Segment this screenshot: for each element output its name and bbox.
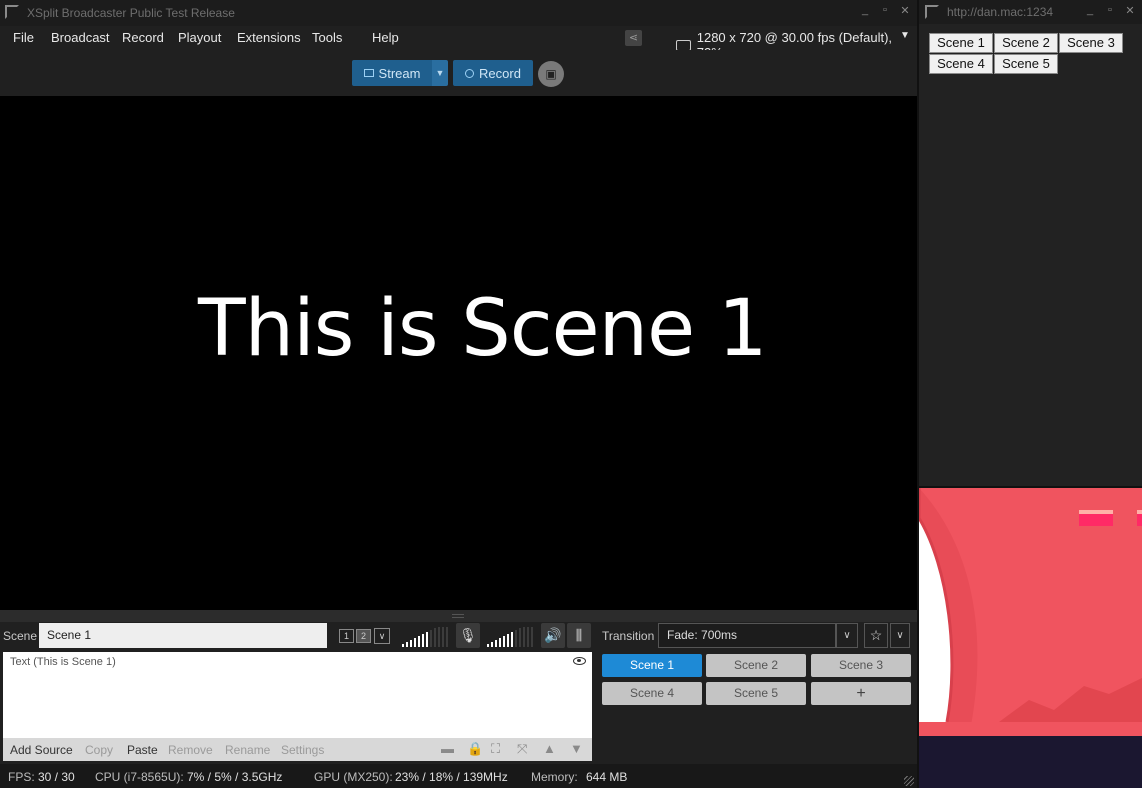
minimize-icon[interactable]: _ xyxy=(1084,4,1096,17)
memory-label: Memory: xyxy=(531,770,578,784)
window-controls: _ ▫ ✕ xyxy=(859,4,911,17)
panel-splitter[interactable] xyxy=(0,610,917,622)
scene-button-1[interactable]: Scene 1 xyxy=(602,654,702,677)
scene-name-field[interactable]: Scene 1 xyxy=(39,623,327,648)
maximize-icon[interactable]: ▫ xyxy=(1104,4,1116,17)
menu-broadcast[interactable]: Broadcast xyxy=(51,30,110,45)
fps-label: FPS: xyxy=(8,770,35,784)
scene-preview: This is Scene 1 xyxy=(0,96,917,610)
web-scene-button-4[interactable]: Scene 4 xyxy=(929,54,993,74)
monitor-icon xyxy=(676,39,691,51)
paste-button[interactable]: Paste xyxy=(127,743,158,757)
record-icon xyxy=(465,68,475,78)
layout-dropdown-icon[interactable]: ∨ xyxy=(374,628,390,644)
toolbar: Stream ▼ Record ▣ xyxy=(0,50,917,96)
browser-url: http://dan.mac:1234 xyxy=(947,5,1054,19)
menu-file[interactable]: File xyxy=(13,30,34,45)
folder-icon[interactable]: ▬ xyxy=(441,741,454,756)
side-panel: http://dan.mac:1234 _ ▫ ✕ Scene 1 Scene … xyxy=(917,0,1142,788)
gpu-label: GPU (MX250): xyxy=(314,770,393,784)
star-icon[interactable]: ☆ xyxy=(864,623,888,648)
add-source-button[interactable]: Add Source xyxy=(10,743,73,757)
share-icon[interactable]: ⋖ xyxy=(625,30,642,46)
minimize-icon[interactable]: _ xyxy=(859,4,871,17)
browser-window-controls: _ ▫ ✕ xyxy=(1084,4,1136,17)
web-scene-button-3[interactable]: Scene 3 xyxy=(1059,33,1123,53)
speaker-level-meter xyxy=(402,627,448,647)
record-button[interactable]: Record xyxy=(453,60,533,86)
record-label: Record xyxy=(479,65,521,81)
xsplit-logo-icon xyxy=(5,5,19,19)
screenshot-camera-icon[interactable]: ▣ xyxy=(538,61,564,87)
stream-label: Stream xyxy=(378,65,421,81)
favorite-dropdown-icon[interactable]: ∨ xyxy=(890,623,910,648)
maximize-icon[interactable]: ▫ xyxy=(879,4,891,17)
layout-2-button[interactable]: 2 xyxy=(356,629,371,643)
speaker-icon[interactable]: 🔊 xyxy=(541,623,565,648)
add-scene-button[interactable]: + xyxy=(811,682,911,705)
transition-row: Transition Fade: 700ms ∨ ☆ ∨ xyxy=(598,622,917,650)
microphone-icon[interactable]: 🎙 xyxy=(456,623,480,648)
source-list: Text (This is Scene 1) xyxy=(3,652,592,738)
stream-icon xyxy=(363,69,374,77)
title-bar: XSplit Broadcaster Public Test Release _… xyxy=(0,0,917,26)
status-bar: FPS: 30 / 30 CPU (i7-8565U): 7% / 5% / 3… xyxy=(0,764,917,788)
browser-window: http://dan.mac:1234 _ ▫ ✕ Scene 1 Scene … xyxy=(919,0,1142,486)
lock-icon[interactable]: 🔒 xyxy=(467,741,483,757)
mic-level-meter xyxy=(487,627,533,647)
fps-value: 30 / 30 xyxy=(38,770,75,784)
close-icon[interactable]: ✕ xyxy=(1124,4,1136,17)
menu-bar: File Broadcast Record Playout Extensions… xyxy=(0,26,917,60)
xsplit-window: XSplit Broadcaster Public Test Release _… xyxy=(0,0,917,788)
web-scene-button-1[interactable]: Scene 1 xyxy=(929,33,993,53)
close-icon[interactable]: ✕ xyxy=(899,4,911,17)
fullscreen-icon[interactable]: ⛶ xyxy=(491,741,500,757)
scene-button-5[interactable]: Scene 5 xyxy=(706,682,806,705)
splitter-grip-icon[interactable] xyxy=(452,614,464,618)
transition-label: Transition xyxy=(602,629,655,643)
game-preview xyxy=(919,488,1142,788)
move-up-icon[interactable]: ▲ xyxy=(543,741,556,756)
stream-button[interactable]: Stream xyxy=(352,60,432,86)
audio-mixer-icon[interactable]: ⫼ xyxy=(567,623,591,648)
remove-button[interactable]: Remove xyxy=(168,743,213,757)
browser-title-bar: http://dan.mac:1234 _ ▫ ✕ xyxy=(919,0,1142,24)
rename-button[interactable]: Rename xyxy=(225,743,270,757)
transition-dropdown-icon[interactable]: ∨ xyxy=(836,623,858,648)
cpu-value: 7% / 5% / 3.5GHz xyxy=(187,770,283,784)
gpu-value: 23% / 18% / 139MHz xyxy=(395,770,508,784)
menu-record[interactable]: Record xyxy=(122,30,164,45)
memory-value: 644 MB xyxy=(586,770,628,784)
menu-tools[interactable]: Tools xyxy=(312,30,342,45)
resolution-dropdown-icon[interactable]: ▼ xyxy=(900,30,910,41)
web-scene-button-5[interactable]: Scene 5 xyxy=(994,54,1058,74)
fit-icon[interactable]: ⤧ xyxy=(517,741,527,757)
xsplit-logo-icon xyxy=(925,5,939,19)
source-toolbar: Add Source Copy Paste Remove Rename Sett… xyxy=(3,738,592,761)
menu-extensions[interactable]: Extensions xyxy=(237,30,301,45)
stream-dropdown-icon[interactable]: ▼ xyxy=(432,60,448,86)
transition-select[interactable]: Fade: 700ms xyxy=(658,623,836,648)
preview-text: This is Scene 1 xyxy=(198,284,768,374)
scene-button-3[interactable]: Scene 3 xyxy=(811,654,911,677)
move-down-icon[interactable]: ▼ xyxy=(570,741,583,756)
menu-playout[interactable]: Playout xyxy=(178,30,221,45)
resize-grip-icon[interactable] xyxy=(904,776,914,786)
scene-button-4[interactable]: Scene 4 xyxy=(602,682,702,705)
game-scene-image xyxy=(919,488,1142,788)
web-scene-button-2[interactable]: Scene 2 xyxy=(994,33,1058,53)
scene-button-2[interactable]: Scene 2 xyxy=(706,654,806,677)
menu-help[interactable]: Help xyxy=(372,30,399,45)
layout-1-button[interactable]: 1 xyxy=(339,629,354,643)
visibility-eye-icon[interactable] xyxy=(573,657,586,665)
settings-button[interactable]: Settings xyxy=(281,743,324,757)
window-title: XSplit Broadcaster Public Test Release xyxy=(27,6,235,20)
cpu-label: CPU (i7-8565U): xyxy=(95,770,184,784)
source-item[interactable]: Text (This is Scene 1) xyxy=(10,656,116,668)
scene-label: Scene xyxy=(3,629,38,643)
copy-button[interactable]: Copy xyxy=(85,743,113,757)
